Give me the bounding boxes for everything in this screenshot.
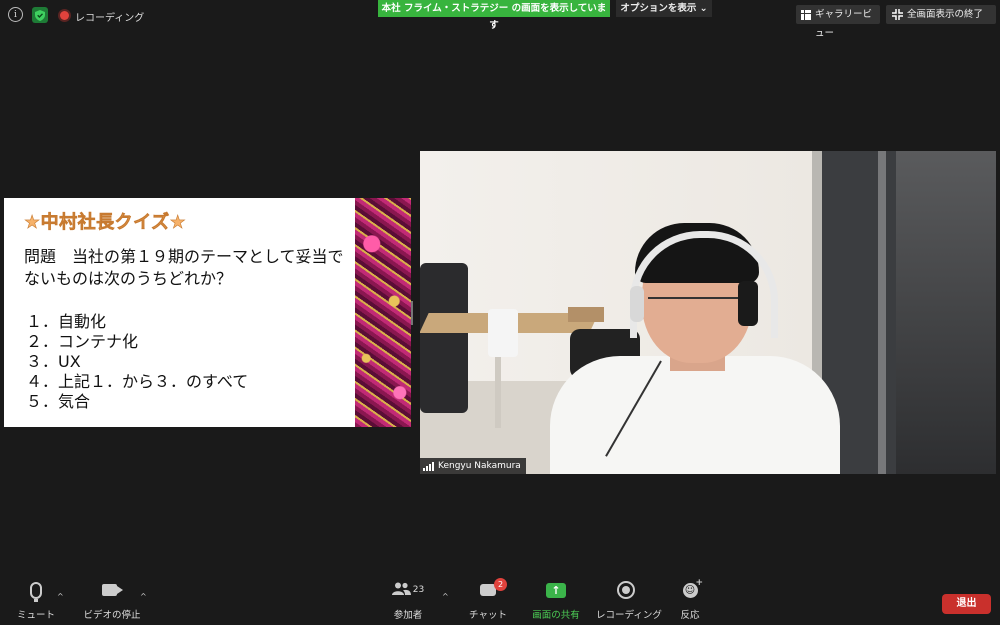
info-icon[interactable]: i bbox=[8, 7, 23, 22]
video-chair bbox=[420, 263, 468, 413]
mute-button[interactable]: ミュート bbox=[14, 578, 58, 621]
slide-title: ★中村社長クイズ★ bbox=[24, 212, 187, 234]
view-options-label: オプションを表示 bbox=[620, 3, 697, 14]
share-screen-button[interactable]: ↑ 画面の共有 bbox=[528, 578, 584, 621]
slide-content: ★中村社長クイズ★ 問題 当社の第１９期のテーマとして妥当でないものは次のうちど… bbox=[4, 198, 355, 427]
person-body bbox=[550, 356, 840, 474]
audio-options-caret[interactable]: ^ bbox=[57, 592, 64, 601]
chat-unread-badge: 2 bbox=[494, 578, 507, 591]
stop-video-button[interactable]: ビデオの停止 bbox=[82, 578, 142, 621]
split-view-handle[interactable] bbox=[411, 301, 413, 325]
exit-fullscreen-icon bbox=[892, 9, 903, 22]
camera-icon bbox=[102, 584, 123, 596]
view-options-button[interactable]: オプションを表示 ⌄ bbox=[616, 0, 712, 17]
recording-indicator-label: レコーディング bbox=[75, 13, 145, 24]
reaction-label: 反応 bbox=[680, 610, 700, 621]
slide-options: １．自動化 ２．コンテナ化 ３．UX ４．上記１．から３．のすべて ５．気合 bbox=[26, 312, 248, 412]
slide-option: ５．気合 bbox=[26, 392, 91, 411]
shared-screen-slide: ★中村社長クイズ★ 問題 当社の第１９期のテーマとして妥当でないものは次のうちど… bbox=[4, 198, 411, 427]
chevron-down-icon: ⌄ bbox=[699, 3, 708, 14]
mute-label: ミュート bbox=[16, 610, 55, 621]
signal-icon bbox=[423, 461, 434, 471]
slide-option: ３．UX bbox=[26, 352, 81, 371]
headset-earcup bbox=[630, 286, 644, 322]
participants-count: 23 bbox=[412, 585, 425, 595]
record-label: レコーディング bbox=[596, 610, 662, 621]
share-screen-label: 画面の共有 bbox=[532, 610, 580, 621]
video-bottle bbox=[488, 309, 518, 357]
slide-option: ４．上記１．から３．のすべて bbox=[26, 372, 249, 391]
record-icon bbox=[617, 581, 635, 599]
microphone-icon bbox=[30, 581, 42, 602]
participants-icon bbox=[391, 580, 411, 600]
video-box bbox=[568, 307, 604, 322]
reaction-button[interactable]: ☺ 反応 bbox=[672, 576, 708, 622]
shield-icon[interactable] bbox=[32, 7, 48, 23]
slide-decoration-image bbox=[355, 198, 411, 427]
gallery-view-button[interactable]: ギャラリービュー bbox=[796, 5, 880, 39]
stop-video-label: ビデオの停止 bbox=[83, 610, 141, 621]
meeting-toolbar: ミュート ^ ビデオの停止 ^ 23 参加者 ^ 2 チャット ↑ 画面の共有 … bbox=[0, 576, 1000, 625]
leave-button[interactable]: 退出 bbox=[942, 594, 991, 614]
participants-label: 参加者 bbox=[393, 610, 423, 621]
chat-label: チャット bbox=[469, 610, 507, 621]
record-button[interactable]: レコーディング bbox=[596, 578, 662, 621]
chat-button[interactable]: 2 チャット bbox=[468, 578, 508, 621]
share-screen-icon: ↑ bbox=[546, 582, 566, 598]
participant-name-tag: Kengyu Nakamura bbox=[420, 458, 526, 474]
slide-option: ２．コンテナ化 bbox=[26, 332, 139, 351]
grid-icon bbox=[801, 10, 811, 20]
exit-fullscreen-label: 全画面表示の終了 bbox=[907, 9, 984, 20]
video-options-caret[interactable]: ^ bbox=[140, 592, 147, 601]
reaction-icon: ☺ bbox=[682, 576, 703, 598]
record-icon bbox=[60, 11, 69, 20]
headset-earcup bbox=[738, 281, 758, 326]
exit-fullscreen-button[interactable]: 全画面表示の終了 bbox=[886, 5, 996, 24]
participant-video[interactable]: Kengyu Nakamura bbox=[420, 151, 996, 474]
chat-icon: 2 bbox=[480, 578, 507, 596]
participants-options-caret[interactable]: ^ bbox=[442, 592, 449, 601]
screen-share-banner: 本社 フライム・ストラテジー の画面を表示しています bbox=[378, 0, 610, 31]
participant-name: Kengyu Nakamura bbox=[438, 461, 521, 471]
participants-button[interactable]: 23 参加者 bbox=[386, 578, 430, 621]
top-bar: i レコーディング 本社 フライム・ストラテジー の画面を表示しています オプシ… bbox=[0, 0, 1000, 39]
gallery-view-label: ギャラリービュー bbox=[815, 9, 873, 39]
slide-question: 問題 当社の第１９期のテーマとして妥当でないものは次のうちどれか？ bbox=[24, 247, 344, 288]
slide-option: １．自動化 bbox=[26, 312, 107, 331]
